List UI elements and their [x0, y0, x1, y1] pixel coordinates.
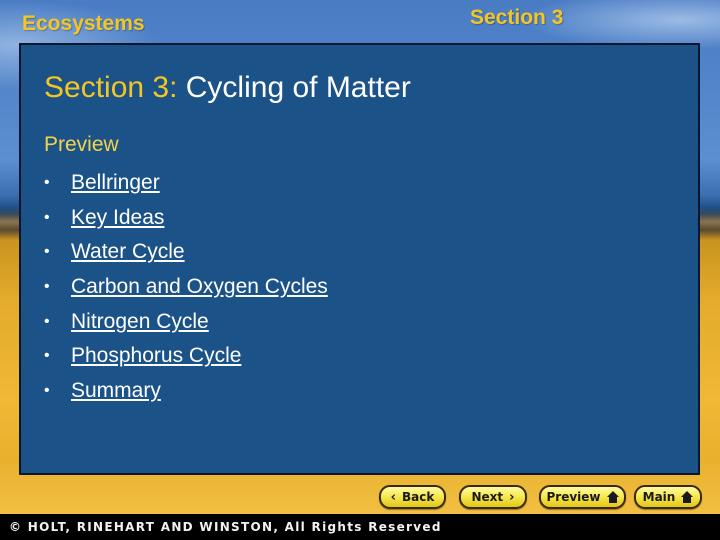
bullet-icon: • [44, 347, 50, 365]
link-water-cycle[interactable]: Water Cycle [71, 240, 185, 264]
slide-title: Section 3: Cycling of Matter [44, 71, 411, 105]
preview-button-label: Preview [546, 490, 601, 504]
preview-list: • Bellringer • Key Ideas • Water Cycle • Car… [44, 166, 328, 408]
section-badge: Section 3 [470, 6, 564, 29]
bullet-icon: • [44, 208, 50, 226]
home-icon [681, 491, 694, 503]
back-button-label: Back [402, 490, 435, 504]
main-button-label: Main [642, 490, 676, 504]
bullet-icon: • [44, 243, 50, 261]
list-item: • Summary [44, 374, 328, 409]
link-bellringer[interactable]: Bellringer [71, 171, 160, 195]
bullet-icon: • [44, 278, 50, 296]
list-item: • Nitrogen Cycle [44, 304, 328, 339]
chevron-right-icon: › [509, 489, 515, 505]
link-nitrogen-cycle[interactable]: Nitrogen Cycle [71, 310, 209, 334]
footer-bar: © HOLT, RINEHART AND WINSTON, All Rights… [0, 514, 720, 540]
link-carbon-oxygen-cycles[interactable]: Carbon and Oxygen Cycles [71, 275, 328, 299]
link-phosphorus-cycle[interactable]: Phosphorus Cycle [71, 344, 241, 368]
link-key-ideas[interactable]: Key Ideas [71, 206, 164, 230]
list-item: • Bellringer [44, 166, 328, 201]
copyright-text: © HOLT, RINEHART AND WINSTON, All Rights… [9, 520, 442, 534]
list-item: • Key Ideas [44, 201, 328, 236]
list-item: • Water Cycle [44, 235, 328, 270]
list-item: • Carbon and Oxygen Cycles [44, 270, 328, 305]
list-item: • Phosphorus Cycle [44, 339, 328, 374]
slide-title-name: Cycling of Matter [185, 71, 411, 104]
preview-heading: Preview [44, 133, 119, 156]
content-panel: Section 3: Cycling of Matter Preview • Be… [19, 43, 700, 475]
main-button[interactable]: Main [634, 485, 702, 509]
bullet-icon: • [44, 312, 50, 330]
slide-title-prefix: Section 3: [44, 71, 178, 104]
back-button[interactable]: ‹ Back [379, 485, 446, 509]
bullet-icon: • [44, 381, 50, 399]
link-summary[interactable]: Summary [71, 379, 161, 403]
next-button-label: Next [471, 490, 504, 504]
chevron-left-icon: ‹ [390, 489, 396, 505]
preview-button[interactable]: Preview [539, 485, 626, 509]
home-icon [606, 491, 619, 503]
bullet-icon: • [44, 174, 50, 192]
chapter-title: Ecosystems [22, 12, 145, 35]
next-button[interactable]: Next › [459, 485, 527, 509]
